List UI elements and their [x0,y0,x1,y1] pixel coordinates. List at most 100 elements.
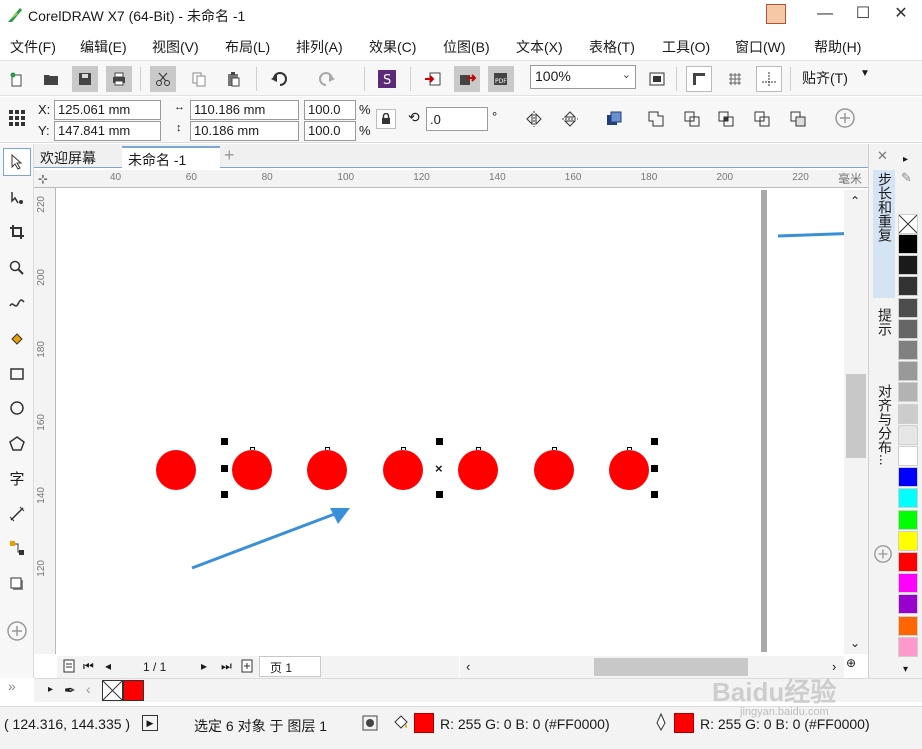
tab-untitled-document[interactable]: 未命名 -1 [122,146,220,168]
palette-scroll-down-icon[interactable]: ▾ [903,664,908,675]
scroll-left-icon[interactable]: ‹ [466,659,470,674]
red-circle[interactable] [231,450,272,490]
dock-tab-hints[interactable]: 提示 [873,308,895,336]
scale-x-field[interactable]: 100.0 [304,100,356,120]
drop-shadow-tool-icon[interactable] [3,570,31,598]
add-page-icon[interactable] [241,659,253,676]
first-page-icon[interactable]: ⏮ [83,659,94,674]
menu-file[interactable]: 文件(F) [10,37,56,57]
red-circle[interactable] [156,450,196,490]
next-page-icon[interactable]: ▸ [201,659,207,673]
doc-palette-left-icon[interactable]: ‹ [86,681,91,697]
menu-text[interactable]: 文本(X) [516,37,563,57]
node-marker-icon[interactable] [400,447,406,450]
color-swatch[interactable] [898,573,918,594]
vertical-scrollbar[interactable]: ⌃ ⌄ [844,190,868,654]
ellipse-tool-icon[interactable] [3,394,31,422]
color-swatch[interactable] [898,276,918,297]
close-docker-icon[interactable]: ✕ [877,148,888,164]
color-swatch[interactable] [898,318,918,339]
color-swatch[interactable] [898,530,918,551]
color-swatch[interactable] [898,382,918,403]
doc-no-color-swatch[interactable] [102,680,123,701]
selection-handle-middle-left[interactable] [221,465,228,472]
save-icon[interactable] [72,66,98,92]
eyedropper-icon[interactable]: ✎ [901,170,912,186]
color-swatch[interactable] [898,424,918,445]
redo-icon[interactable] [314,66,340,92]
menu-layout[interactable]: 布局(L) [225,37,270,57]
color-swatch[interactable] [898,488,918,509]
simplify-icon[interactable] [752,109,772,132]
selection-handle-middle-right[interactable] [651,465,658,472]
import-icon[interactable] [420,66,446,92]
print-icon[interactable] [106,66,132,92]
minimize-button[interactable]: — [806,0,844,30]
export-icon[interactable] [454,66,480,92]
color-swatch[interactable] [898,403,918,424]
dock-tab-step-and-repeat[interactable]: 步长和重复 [873,172,895,242]
snap-to-button[interactable]: 贴齐(T) [802,68,848,88]
menu-arrange[interactable]: 排列(A) [296,37,343,57]
weld-icon[interactable] [646,109,666,132]
selection-handle-bottom-left[interactable] [221,491,228,498]
smart-fill-tool-icon[interactable] [3,324,31,352]
maximize-button[interactable]: ☐ [844,0,882,30]
snap-dropdown-icon[interactable]: ▼ [860,68,870,79]
width-field[interactable]: 110.186 mm [190,100,299,120]
color-swatch[interactable] [898,615,918,636]
connector-tool-icon[interactable] [3,534,31,562]
zoom-tool-icon[interactable] [3,254,31,282]
selection-handle-bottom-right[interactable] [651,491,658,498]
group-objects-icon[interactable] [604,109,624,132]
color-swatch[interactable] [898,509,918,530]
color-swatch[interactable] [898,234,918,254]
red-circle[interactable] [307,450,347,490]
color-proofing-icon[interactable] [362,715,378,734]
zoom-navigator-icon[interactable]: ⊕ [846,656,856,670]
red-circle[interactable] [533,450,574,490]
add-tool-icon[interactable] [6,620,28,645]
menu-bitmaps[interactable]: 位图(B) [443,37,490,57]
node-marker-icon[interactable] [551,447,557,450]
color-swatch[interactable] [898,594,918,615]
vertical-scroll-thumb[interactable] [846,374,866,458]
color-swatch[interactable] [898,255,918,276]
selection-handle-bottom-middle[interactable] [436,491,443,498]
undo-icon[interactable] [266,66,292,92]
node-marker-icon[interactable] [249,447,255,450]
crop-tool-icon[interactable] [3,218,31,246]
red-circle[interactable] [609,450,649,490]
menu-edit[interactable]: 编辑(E) [80,37,127,57]
lock-ratio-icon[interactable] [376,109,396,129]
rotation-angle-field[interactable]: .0 [426,107,488,131]
doc-eyedropper-icon[interactable]: ✒ [64,682,76,699]
node-marker-icon[interactable] [476,447,481,450]
show-rulers-icon[interactable] [686,66,712,92]
copy-icon[interactable] [186,66,212,92]
menu-window[interactable]: 窗口(W) [735,37,786,57]
previous-page-icon[interactable]: ◂ [105,659,111,673]
menu-table[interactable]: 表格(T) [589,37,635,57]
text-tool-icon[interactable]: 字 [3,464,31,492]
color-swatch[interactable] [898,297,918,318]
cut-icon[interactable] [150,66,176,92]
red-circle[interactable] [382,450,423,490]
document-palette-menu-icon[interactable]: ▸ [48,684,53,695]
full-screen-preview-icon[interactable] [644,66,670,92]
mirror-horizontal-icon[interactable] [524,109,544,132]
polygon-tool-icon[interactable] [3,430,31,458]
show-guidelines-icon[interactable] [756,66,782,92]
user-avatar[interactable] [766,4,786,24]
color-swatch[interactable] [898,340,918,360]
selection-handle-top-middle[interactable] [436,438,443,445]
page-tab-1[interactable]: 页 1 [259,656,321,677]
mirror-vertical-icon[interactable] [560,109,580,132]
shape-tool-icon[interactable] [3,184,31,212]
menu-view[interactable]: 视图(V) [152,37,199,57]
intersect-icon[interactable] [716,109,736,132]
add-docker-icon[interactable] [873,544,893,567]
expand-toolbox-icon[interactable]: » [8,678,16,694]
scale-y-field[interactable]: 100.0 [304,121,356,141]
parallel-dimension-tool-icon[interactable] [3,500,31,528]
